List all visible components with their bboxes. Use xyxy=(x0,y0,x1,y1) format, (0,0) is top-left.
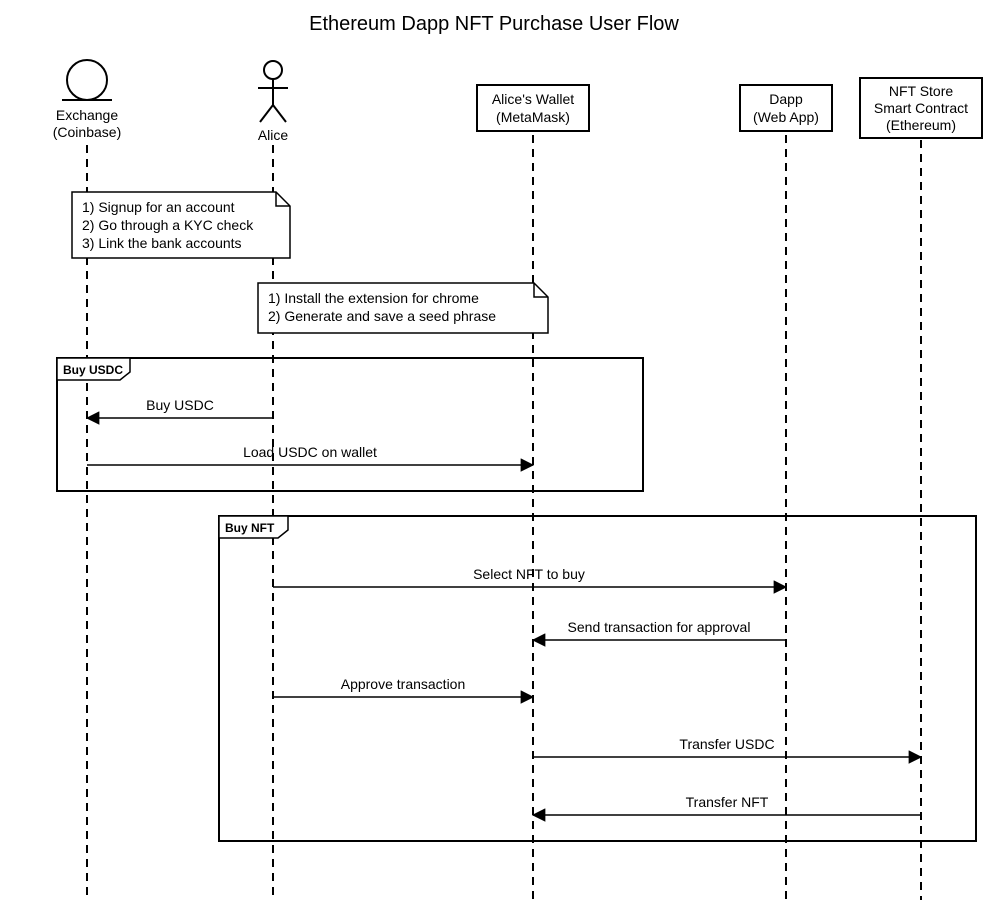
participant-alice: Alice xyxy=(258,61,289,143)
message-approve-tx: Approve transaction xyxy=(273,676,533,697)
participant-exchange: Exchange (Coinbase) xyxy=(53,60,121,140)
message-select-nft: Select NFT to buy xyxy=(273,566,786,587)
note-install-line-1: 1) Install the extension for chrome xyxy=(268,290,479,306)
message-buy-usdc-label: Buy USDC xyxy=(146,397,214,413)
participant-wallet-label-2: (MetaMask) xyxy=(496,109,570,125)
participant-alice-label: Alice xyxy=(258,127,289,143)
sequence-diagram: Ethereum Dapp NFT Purchase User Flow Exc… xyxy=(0,0,989,900)
message-select-nft-label: Select NFT to buy xyxy=(473,566,585,582)
diagram-title: Ethereum Dapp NFT Purchase User Flow xyxy=(309,13,679,35)
fragment-buy-usdc: Buy USDC xyxy=(57,358,643,491)
message-approve-tx-label: Approve transaction xyxy=(341,676,466,692)
note-signup: 1) Signup for an account 2) Go through a… xyxy=(72,192,290,258)
participant-contract-label-1: NFT Store xyxy=(889,83,954,99)
participant-exchange-label-1: Exchange xyxy=(56,107,118,123)
participant-contract: NFT Store Smart Contract (Ethereum) xyxy=(860,78,982,138)
participant-dapp-label-2: (Web App) xyxy=(753,109,819,125)
message-load-usdc-label: Load USDC on wallet xyxy=(243,444,377,460)
message-send-tx: Send transaction for approval xyxy=(533,619,786,640)
note-install-line-2: 2) Generate and save a seed phrase xyxy=(268,308,496,324)
participant-dapp: Dapp (Web App) xyxy=(740,85,832,131)
message-transfer-nft: Transfer NFT xyxy=(533,794,921,815)
note-signup-line-1: 1) Signup for an account xyxy=(82,199,235,215)
note-install: 1) Install the extension for chrome 2) G… xyxy=(258,283,548,333)
message-send-tx-label: Send transaction for approval xyxy=(568,619,751,635)
fragment-buy-nft-label: Buy NFT xyxy=(225,521,275,535)
message-load-usdc: Load USDC on wallet xyxy=(87,444,533,465)
participant-exchange-label-2: (Coinbase) xyxy=(53,124,121,140)
fragment-buy-usdc-label: Buy USDC xyxy=(63,363,123,377)
message-transfer-nft-label: Transfer NFT xyxy=(686,794,769,810)
note-signup-line-3: 3) Link the bank accounts xyxy=(82,235,242,251)
participant-wallet: Alice's Wallet (MetaMask) xyxy=(477,85,589,131)
participant-contract-label-3: (Ethereum) xyxy=(886,117,956,133)
participant-contract-label-2: Smart Contract xyxy=(874,100,968,116)
message-transfer-usdc: Transfer USDC xyxy=(533,736,921,757)
note-signup-line-2: 2) Go through a KYC check xyxy=(82,217,254,233)
message-buy-usdc: Buy USDC xyxy=(87,397,273,418)
participant-dapp-label-1: Dapp xyxy=(769,91,803,107)
fragment-buy-nft: Buy NFT xyxy=(219,516,976,841)
message-transfer-usdcems: Transfer USDC xyxy=(679,736,774,752)
participant-wallet-label-1: Alice's Wallet xyxy=(492,91,574,107)
